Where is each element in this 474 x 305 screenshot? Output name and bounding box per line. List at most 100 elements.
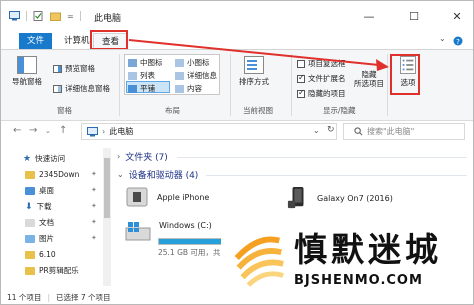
layout-label: 列表 xyxy=(140,71,155,80)
hidden-items-checkbox[interactable] xyxy=(297,88,305,98)
layout-medium-icons[interactable]: 中图标 xyxy=(128,57,163,68)
nav-item-label: 桌面 xyxy=(39,186,54,195)
layout-label: 平铺 xyxy=(140,84,155,93)
options-highlight xyxy=(390,54,420,95)
layout-small-icons[interactable]: 小图标 xyxy=(175,57,210,68)
download-icon: ⬇ xyxy=(25,201,33,212)
device-tile[interactable]: Galaxy On7 (2016) xyxy=(287,186,393,210)
pin-icon: ✦ xyxy=(91,170,97,178)
close-button[interactable]: ✕ xyxy=(444,9,470,23)
toolbar-divider xyxy=(79,11,81,21)
status-divider: | xyxy=(47,292,50,302)
svg-text:?: ? xyxy=(456,38,460,46)
file-extensions-checkbox[interactable] xyxy=(297,73,305,83)
nav-scrollbar[interactable] xyxy=(103,148,111,286)
sort-by-button[interactable]: 排序方式 xyxy=(237,56,271,86)
hide-selected-button[interactable]: 隐藏 所选项目 xyxy=(351,70,387,88)
item-count: 11 个项目 xyxy=(7,292,42,302)
item-checkboxes-label: 项目复选框 xyxy=(308,59,346,68)
watermark-english: BJSHENMO.COM xyxy=(294,273,423,288)
item-checkboxes-toggle[interactable]: 项目复选框 xyxy=(297,58,346,69)
new-folder-icon[interactable] xyxy=(50,11,61,21)
customize-qat-icon[interactable]: = xyxy=(67,12,74,21)
collapse-chevron-icon: ⌄ xyxy=(117,170,124,179)
properties-icon[interactable] xyxy=(33,11,44,21)
nav-item-label: 2345Down xyxy=(39,170,80,179)
computer-icon xyxy=(9,11,20,21)
nav-item[interactable]: 图片 xyxy=(25,232,54,245)
nav-item-label: 图片 xyxy=(39,234,54,243)
layout-tiles[interactable]: 平铺 xyxy=(128,83,155,94)
folder-icon xyxy=(25,250,35,259)
devices-section-label: 设备和驱动器 (4) xyxy=(128,171,199,181)
sort-icon xyxy=(244,56,264,74)
minimize-button[interactable]: — xyxy=(356,9,382,23)
nav-quick-access[interactable]: ★ 快速访问 xyxy=(23,152,65,165)
show-hide-group-label: 显示/隐藏 xyxy=(323,106,356,115)
nav-item[interactable]: PR剪辑配乐 xyxy=(25,264,79,277)
pin-icon: ✦ xyxy=(91,202,97,210)
preview-pane-button[interactable]: 预览窗格 xyxy=(53,63,95,74)
current-view-group-label: 当前视图 xyxy=(243,106,273,115)
maximize-button[interactable]: ☐ xyxy=(401,9,427,23)
desktop-folder-icon xyxy=(25,186,35,195)
nav-item[interactable]: 桌面 xyxy=(25,184,54,197)
panes-group-label: 窗格 xyxy=(57,106,72,115)
layout-content[interactable]: 内容 xyxy=(175,83,202,94)
nav-pane-button[interactable]: 导航窗格 xyxy=(9,56,45,86)
nav-item[interactable]: ⬇ 下载 xyxy=(25,200,52,213)
section-divider xyxy=(206,175,467,176)
details-pane-button[interactable]: 详细信息窗格 xyxy=(53,83,110,94)
nav-scrollbar-thumb[interactable] xyxy=(104,158,110,218)
layout-list[interactable]: 列表 xyxy=(128,70,155,81)
device-tile[interactable]: Apple iPhone xyxy=(125,186,209,208)
device-name: Apple iPhone xyxy=(157,192,210,202)
toolbar-divider xyxy=(26,11,27,21)
device-name: Windows (C:) xyxy=(159,220,212,230)
ribbon-help-icon[interactable]: ? xyxy=(453,36,463,46)
back-icon[interactable]: ← xyxy=(13,125,21,136)
group-divider xyxy=(230,54,231,116)
list-icon xyxy=(128,71,137,80)
file-extensions-toggle[interactable]: 文件扩展名 xyxy=(297,73,346,84)
address-row: ← → ⌄ ↑ › 此电脑 ⌄ ↻ 搜索"此电脑" xyxy=(1,122,473,142)
windows-drive-icon xyxy=(125,222,151,241)
nav-item[interactable]: 文档 xyxy=(25,216,54,229)
address-dropdown-icon[interactable]: ⌄ xyxy=(313,126,320,135)
file-explorer-window: = 此电脑 — ☐ ✕ 文件 计算机 查看 ? ⌄ 导航窗格 预览窗格 详细信息… xyxy=(0,0,474,305)
item-checkboxes-checkbox[interactable] xyxy=(297,59,305,68)
devices-section-header[interactable]: ⌄ 设备和驱动器 (4) xyxy=(117,168,198,181)
folders-section-header[interactable]: › 文件夹 (7) xyxy=(117,150,168,163)
nav-item-label: 下载 xyxy=(36,202,52,211)
refresh-icon[interactable]: ↻ xyxy=(327,125,335,135)
layout-label: 详细信息 xyxy=(187,71,217,80)
watermark-logo xyxy=(234,236,284,287)
nav-item[interactable]: 6.10 xyxy=(25,248,56,261)
nav-item[interactable]: 2345Down xyxy=(25,168,79,181)
selected-count: 已选择 7 个项目 xyxy=(55,292,111,302)
computer-icon xyxy=(87,126,98,136)
pin-icon: ✦ xyxy=(91,234,97,242)
up-icon[interactable]: ↑ xyxy=(59,125,67,136)
search-placeholder: 搜索"此电脑" xyxy=(367,127,415,136)
pin-icon: ✦ xyxy=(91,186,97,194)
folder-icon xyxy=(25,266,35,275)
tab-file[interactable]: 文件 xyxy=(19,33,53,49)
layout-details[interactable]: 详细信息 xyxy=(175,70,217,81)
window-title: 此电脑 xyxy=(94,14,122,24)
search-box[interactable]: 搜索"此电脑" xyxy=(343,123,465,140)
address-path: 此电脑 xyxy=(109,127,134,136)
ribbon-expand-icon[interactable]: ⌄ xyxy=(439,34,446,43)
sort-by-label: 排序方式 xyxy=(239,77,269,86)
hidden-items-toggle[interactable]: 隐藏的项目 xyxy=(297,88,346,99)
preview-pane-label: 预览窗格 xyxy=(65,64,95,73)
documents-icon xyxy=(25,218,35,227)
title-bar: = 此电脑 — ☐ ✕ xyxy=(1,1,473,31)
forward-icon[interactable]: → xyxy=(29,125,37,136)
recent-locations-icon[interactable]: ⌄ xyxy=(45,127,51,135)
navigation-pane: ★ 快速访问 2345Down 桌面 ⬇ 下载 文档 图片 6.10 PR剪辑配乐… xyxy=(1,144,113,288)
tiles-icon xyxy=(128,84,137,93)
device-name: Galaxy On7 (2016) xyxy=(317,193,393,203)
address-bar[interactable]: › 此电脑 xyxy=(81,123,337,140)
expand-chevron-icon: › xyxy=(117,152,121,161)
